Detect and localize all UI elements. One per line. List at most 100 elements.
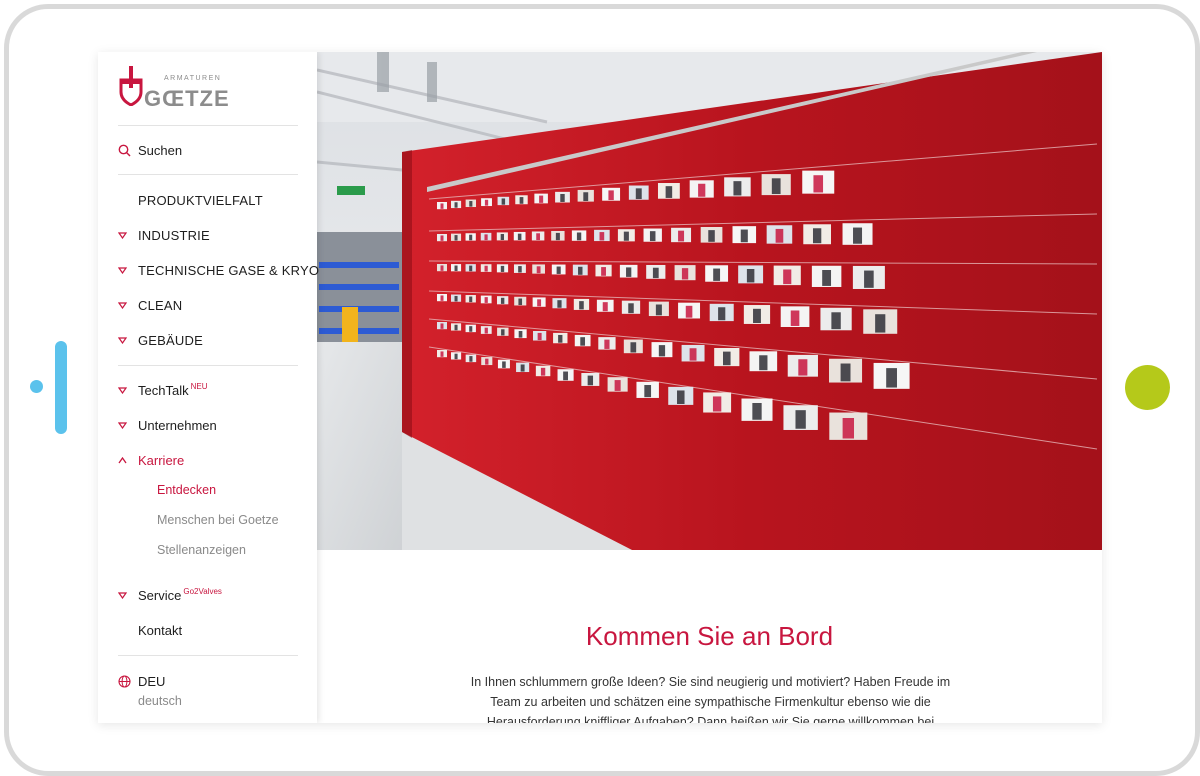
language-code: DEU: [138, 673, 166, 689]
nav-kontakt[interactable]: Kontakt: [118, 620, 182, 640]
wall-photo-person: [630, 342, 637, 353]
wall-photo-person: [740, 229, 748, 243]
nav-clean[interactable]: CLEAN: [118, 295, 182, 315]
wall-photo-person: [813, 175, 824, 193]
wall-photo-person: [822, 270, 832, 286]
search-label: Suchen: [138, 142, 183, 158]
nav-techtalk[interactable]: TechTalk NEU: [118, 380, 207, 400]
divider: [118, 655, 298, 656]
wall-photo-person: [556, 266, 561, 274]
language-selector[interactable]: DEU: [118, 671, 165, 691]
nav-label: Kontakt: [138, 622, 183, 638]
nav-label: CLEAN: [138, 297, 183, 313]
search-link[interactable]: Suchen: [118, 140, 182, 160]
wall-photo-person: [853, 227, 863, 244]
wall-photo-person: [628, 303, 634, 314]
nav-service[interactable]: Service Go2Valves: [118, 585, 222, 605]
chevron-up-icon: [118, 456, 138, 464]
wall-photo-person: [783, 269, 792, 285]
wall-photo-person: [440, 203, 444, 209]
nav-unternehmen[interactable]: Unternehmen: [118, 415, 217, 435]
wall-photo-person: [752, 402, 762, 420]
wall-photo-person: [558, 334, 563, 343]
wall-photo-person: [698, 183, 706, 197]
wall-photo-person: [678, 230, 685, 242]
nav-produktvielfalt[interactable]: PRODUKTVIELFALT: [118, 190, 263, 210]
wall-photo-person: [454, 324, 458, 331]
divider: [118, 174, 298, 175]
nav-label: INDUSTRIE: [138, 227, 210, 243]
wall-photo-person: [681, 268, 689, 280]
wall-photo-person: [540, 367, 546, 376]
chevron-down-icon: [118, 421, 138, 429]
wall-photo-person: [599, 232, 605, 241]
nav-label: GEBÄUDE: [138, 332, 203, 348]
wall-photo-person: [454, 202, 458, 208]
wall-photo-person: [864, 270, 874, 288]
goetze-logo[interactable]: ARMATUREN GŒTZE: [118, 64, 229, 111]
page-title: Kommen Sie an Bord: [585, 621, 834, 651]
tablet-camera: [30, 380, 43, 393]
wall-photo-person: [454, 295, 458, 302]
wall-photo-person: [518, 266, 522, 273]
wall-photo-person: [519, 197, 524, 204]
wall-photo-person: [484, 327, 488, 334]
sidebar-navigation: ARMATUREN GŒTZE Suchen PRODUKTVIELFALT I…: [98, 52, 319, 723]
wall-photo-person: [440, 265, 444, 271]
wall-photo-person: [578, 266, 583, 275]
wall-photo-person: [775, 228, 784, 243]
nav-industrie[interactable]: INDUSTRIE: [118, 225, 210, 245]
wall-photo-person: [708, 230, 715, 242]
wall-photo-person: [454, 235, 458, 241]
nav-label: Unternehmen: [138, 417, 217, 433]
subnav-stellenanzeigen[interactable]: Stellenanzeigen: [157, 543, 246, 557]
wall-photo-person: [626, 267, 632, 277]
wall-photo-person: [500, 297, 505, 304]
divider: [118, 125, 298, 126]
nav-karriere[interactable]: Karriere: [118, 450, 184, 470]
wall-photo-person: [842, 417, 855, 439]
wall-photo-person: [563, 371, 568, 381]
globe-icon: [118, 674, 138, 688]
wall-photo-person: [886, 368, 897, 388]
wall-photo-person: [718, 307, 726, 321]
wall-photo-person: [518, 298, 523, 306]
wall-photo-person: [733, 181, 742, 196]
wall-photo-person: [536, 233, 540, 241]
wall-photo-person: [665, 186, 673, 198]
wall-photo-person: [623, 231, 629, 241]
chevron-down-icon: [118, 301, 138, 309]
logo-wordmark: GŒTZE: [144, 86, 230, 111]
go2valves-badge: Go2Valves: [183, 586, 222, 596]
wall-photo-person: [557, 300, 562, 308]
wall-photo-person: [485, 358, 489, 365]
wall-photo-person: [583, 192, 589, 202]
wall-photo-person: [518, 331, 523, 338]
wall-photo-person: [644, 385, 652, 398]
search-icon: [118, 144, 138, 157]
chevron-down-icon: [118, 336, 138, 344]
wall-photo-person: [484, 297, 488, 303]
wall-photo-person: [469, 326, 473, 332]
subnav-menschen[interactable]: Menschen bei Goetze: [157, 513, 279, 527]
wall-photo-person: [580, 337, 586, 346]
wall-photo-person: [604, 339, 610, 349]
wall-photo-person: [649, 231, 656, 242]
nav-label: TECHNISCHE GASE & KRYO: [138, 262, 320, 278]
wall-photo-person: [652, 267, 659, 279]
wall-photo-person: [689, 348, 697, 361]
tablet-home-button[interactable]: [1125, 365, 1170, 410]
wall-photo-person: [555, 232, 560, 241]
new-badge: NEU: [190, 381, 208, 391]
wall-photo-person: [536, 266, 541, 274]
wall-photo-person: [440, 295, 444, 301]
nav-technische-gase[interactable]: TECHNISCHE GASE & KRYO: [118, 260, 319, 280]
nav-gebaeude[interactable]: GEBÄUDE: [118, 330, 203, 350]
subnav-entdecken[interactable]: Entdecken: [157, 483, 216, 497]
wall-photo-person: [469, 296, 473, 303]
chevron-down-icon: [118, 591, 138, 599]
chevron-down-icon: [118, 266, 138, 274]
wall-photo-person: [831, 312, 841, 330]
nav-label: Service: [138, 587, 182, 603]
wall-photo-person: [520, 364, 525, 372]
